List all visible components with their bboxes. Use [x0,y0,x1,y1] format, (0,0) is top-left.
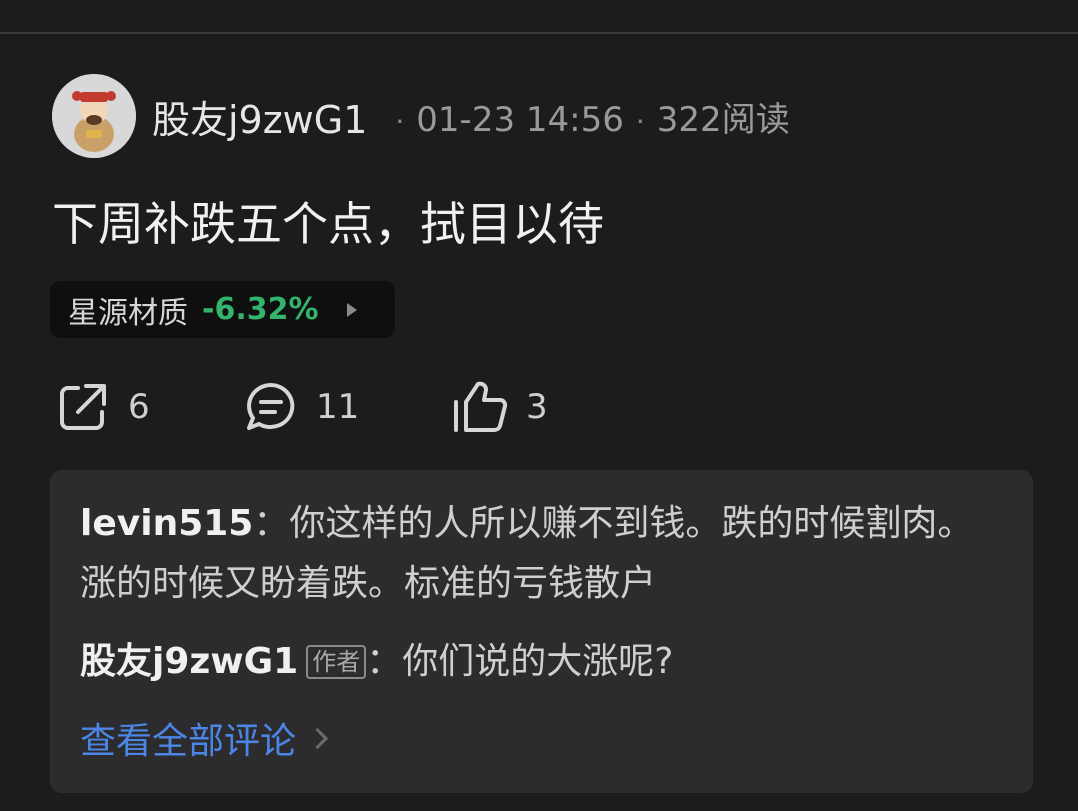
comment-separator: ： [366,641,403,682]
comment-text: 你们说的大涨呢? [402,641,674,682]
comment-author[interactable]: levin515 [80,503,253,544]
meta-separator: · [395,104,405,138]
view-all-label: 查看全部评论 [80,721,297,762]
action-bar: 6 11 3 [0,380,1078,786]
stock-change: -6.32% [202,292,319,327]
comment-item[interactable]: 股友j9zwG1 作者 ： 你们说的大涨呢? [80,632,1003,692]
comment-button[interactable]: 11 [244,380,359,434]
chevron-right-icon [306,727,329,749]
play-arrow-icon [346,302,357,317]
comment-separator: ： [253,503,290,544]
share-icon [60,384,106,430]
comment-icon [247,383,295,430]
post-date: 01-23 14:56 [416,99,624,140]
comment-item[interactable]: levin515：你这样的人所以赚不到钱。跌的时候割肉。涨的时候又盼着跌。标准的… [80,494,1003,614]
post-header: 股友j9zwG1 · 01-23 14:56 · 322阅读 [52,74,790,158]
post-meta: · 01-23 14:56 · 322阅读 [383,92,789,141]
author-name[interactable]: 股友j9zwG1 [152,89,367,144]
stock-tag[interactable]: 星源材质 -6.32% [50,281,395,338]
read-count: 322阅读 [656,99,790,140]
top-divider [0,32,1078,34]
thumbs-up-icon [454,381,508,432]
meta-separator: · [635,104,645,138]
comment-count: 11 [316,387,360,427]
view-all-comments-link[interactable]: 查看全部评论 [80,712,1003,764]
comment-author[interactable]: 股友j9zwG1 [80,632,298,692]
like-button[interactable]: 3 [452,380,548,434]
avatar[interactable] [52,74,136,158]
post-text: 下周补跌五个点，拭目以待 [52,197,604,251]
stock-name: 星源材质 [68,295,188,331]
author-badge: 作者 [306,645,367,679]
avatar-icon [52,74,136,158]
like-count: 3 [526,387,548,427]
comments-panel: levin515：你这样的人所以赚不到钱。跌的时候割肉。涨的时候又盼着跌。标准的… [50,470,1033,793]
share-count: 6 [128,387,150,427]
share-button[interactable]: 6 [56,380,150,434]
